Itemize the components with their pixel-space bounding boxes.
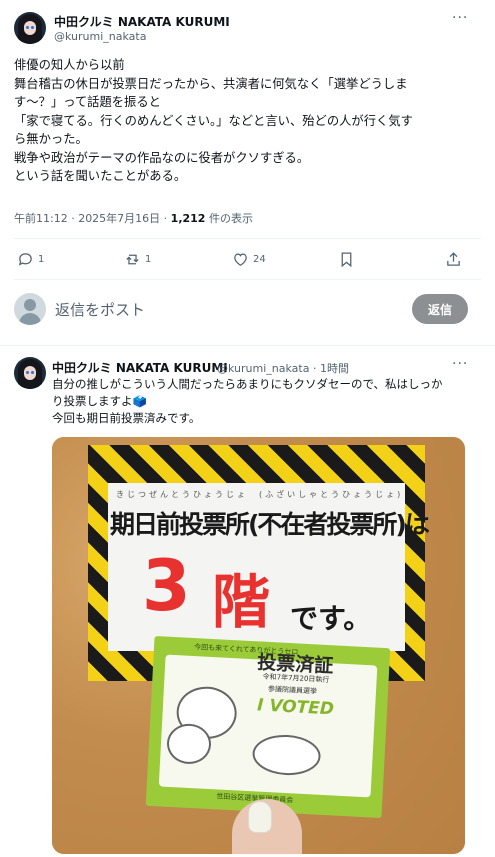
repost-count: 1 bbox=[145, 254, 152, 265]
post-line: 舞台稽古の休日が投票日だったから、共演者に何気なく「選挙どうしま bbox=[14, 76, 408, 91]
reply-count: 1 bbox=[38, 254, 45, 265]
reply-input[interactable]: 返信をポスト bbox=[55, 299, 145, 320]
post-line: 戦争や政治がテーマの作品なのに役者がクソすぎる。 bbox=[14, 150, 310, 165]
reply-line: 今回も期日前投票済みです。 bbox=[52, 411, 201, 425]
post-meta: 午前11:12 · 2025年7月16日 · 1,212 件の表示 bbox=[14, 210, 253, 226]
reply-line: 自分の推しがこういう人間だったらあまりにもクソダセーので、私はしっか bbox=[52, 377, 443, 391]
like-count: 24 bbox=[253, 254, 266, 265]
reply-author-name[interactable]: 中田クルミ NAKATA KURUMI bbox=[52, 359, 228, 376]
fingernail bbox=[248, 801, 272, 833]
like-button[interactable]: 24 bbox=[232, 251, 266, 268]
reply-author-avatar[interactable] bbox=[14, 357, 46, 389]
author-display-name[interactable]: 中田クルミ NAKATA KURUMI bbox=[54, 13, 230, 30]
bookmark-icon bbox=[341, 252, 352, 268]
voting-certificate: 今回も来てくれてありがとうセロ 投票済証 令和7年7月20日執行 参議院議員選挙… bbox=[145, 635, 391, 819]
more-dots-icon[interactable]: ··· bbox=[452, 356, 468, 372]
reply-author-handle[interactable]: @kurumi_nakata · 1時間 bbox=[217, 360, 349, 376]
repost-icon bbox=[126, 254, 139, 265]
share-button[interactable] bbox=[445, 251, 462, 268]
post-timestamp[interactable]: 午前11:12 · 2025年7月16日 · bbox=[14, 212, 171, 225]
divider bbox=[14, 279, 481, 280]
floor-suffix: です。 bbox=[290, 602, 372, 635]
post-line: ら無かった。 bbox=[14, 132, 88, 146]
post-line: 「家で寝てる。行くのめんどくさい。」などと言い、殆どの人が行く気す bbox=[14, 113, 413, 128]
share-icon bbox=[447, 252, 460, 266]
divider bbox=[0, 345, 495, 346]
sign-furigana: きじつぜんとうひょうじょ (ふざいしゃとうひょうじょ) bbox=[116, 490, 404, 499]
like-icon bbox=[234, 253, 247, 266]
reply-text: 自分の推しがこういう人間だったらあまりにもクソダセーので、私はしっか り投票しま… bbox=[52, 376, 472, 427]
divider bbox=[14, 238, 481, 239]
user-avatar bbox=[14, 293, 46, 325]
repost-button[interactable]: 1 bbox=[124, 251, 151, 268]
floor-kanji: 階 bbox=[212, 568, 271, 636]
post-text: 俳優の知人から以前 舞台稽古の休日が投票日だったから、共演者に何気なく「選挙どう… bbox=[14, 56, 484, 186]
author-handle[interactable]: @kurumi_nakata bbox=[54, 30, 146, 43]
author-avatar[interactable] bbox=[14, 12, 46, 44]
reply-button[interactable]: 1 bbox=[17, 251, 44, 268]
post-line: という話を聞いたことがある。 bbox=[14, 169, 187, 183]
more-dots-icon[interactable]: ··· bbox=[452, 10, 468, 26]
post-photo[interactable]: きじつぜんとうひょうじょ (ふざいしゃとうひょうじょ) 期日前投票所(不在者投票… bbox=[52, 437, 465, 854]
view-count: 1,212 bbox=[170, 212, 206, 225]
bookmark-button[interactable] bbox=[338, 251, 355, 268]
post-line: 俳優の知人から以前 bbox=[14, 58, 125, 72]
card-voted: I VOTED bbox=[256, 695, 335, 720]
reply-submit-button[interactable]: 返信 bbox=[412, 294, 468, 324]
reply-line: り投票しますよ🗳️ bbox=[52, 394, 147, 408]
view-label: 件の表示 bbox=[205, 212, 253, 225]
post-line: す〜？」って話題を振ると bbox=[14, 95, 161, 109]
sign-title: 期日前投票所(不在者投票所)は bbox=[110, 510, 430, 539]
reply-icon bbox=[18, 253, 32, 266]
floor-number: 3 bbox=[142, 545, 191, 627]
